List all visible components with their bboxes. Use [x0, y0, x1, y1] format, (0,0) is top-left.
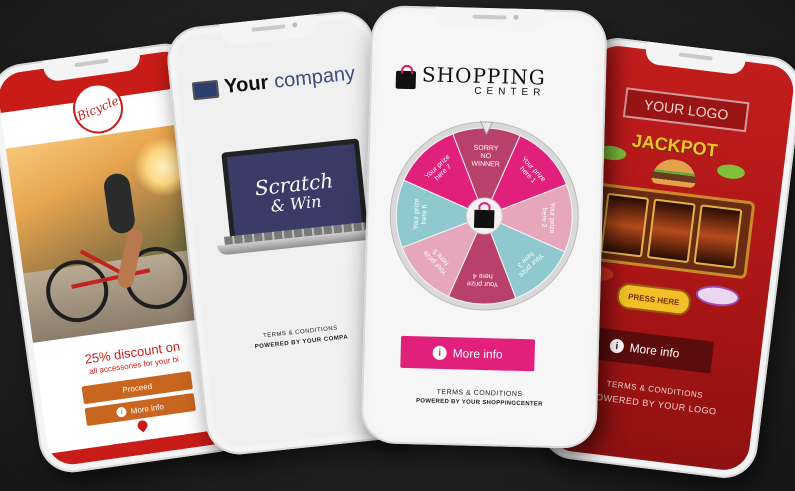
burger-icon: [650, 157, 698, 189]
more-info-label: More info: [130, 401, 165, 416]
press-here-button[interactable]: PRESS HERE: [615, 281, 693, 317]
prize-wheel[interactable]: SORRYNOWINNER Your prizehere 1 Your prizeh…: [386, 118, 583, 315]
phone-speaker: [472, 14, 507, 20]
slot-reel: [646, 198, 696, 264]
info-icon: i: [432, 345, 447, 361]
win-title: & Win: [269, 191, 323, 216]
company-brand: Your company: [191, 62, 356, 102]
bicycle-logo-text: Bicycle: [75, 93, 121, 124]
brand-company: company: [273, 62, 357, 93]
shopping-screen: SHOPPING CENTER SORRYNOWINNER Your prizeh…: [368, 13, 600, 441]
brand-your: Your: [223, 71, 270, 98]
slot-reel: [599, 192, 649, 258]
laptop-icon: [191, 79, 220, 100]
prize-wheel-svg: SORRYNOWINNER Your prizehere 1Your prizeh…: [389, 121, 579, 311]
logo-placeholder: YOUR LOGO: [622, 87, 750, 133]
info-icon: i: [609, 338, 625, 354]
shopping-brand: SHOPPING CENTER: [395, 62, 547, 99]
pickle-icon: [716, 163, 746, 181]
more-info-label: More info: [452, 346, 503, 362]
info-icon: i: [116, 406, 128, 418]
slot-machine: [587, 182, 756, 280]
slot-reel: [693, 204, 743, 269]
more-info-button[interactable]: i More info: [400, 335, 536, 372]
shopping-bag-icon: [395, 70, 417, 89]
jackpot-title: JACKPOT: [630, 130, 719, 161]
more-info-label: More info: [628, 340, 681, 361]
rider-body: [102, 171, 137, 235]
onion-ring-icon: [694, 283, 741, 309]
phone-shopping: SHOPPING CENTER SORRYNOWINNER Your prizeh…: [360, 4, 608, 450]
shopping-bag-icon: [473, 209, 495, 229]
brand-title: SHOPPING: [421, 62, 547, 90]
location-pin-icon: [135, 418, 150, 433]
phone-camera: [513, 14, 519, 20]
